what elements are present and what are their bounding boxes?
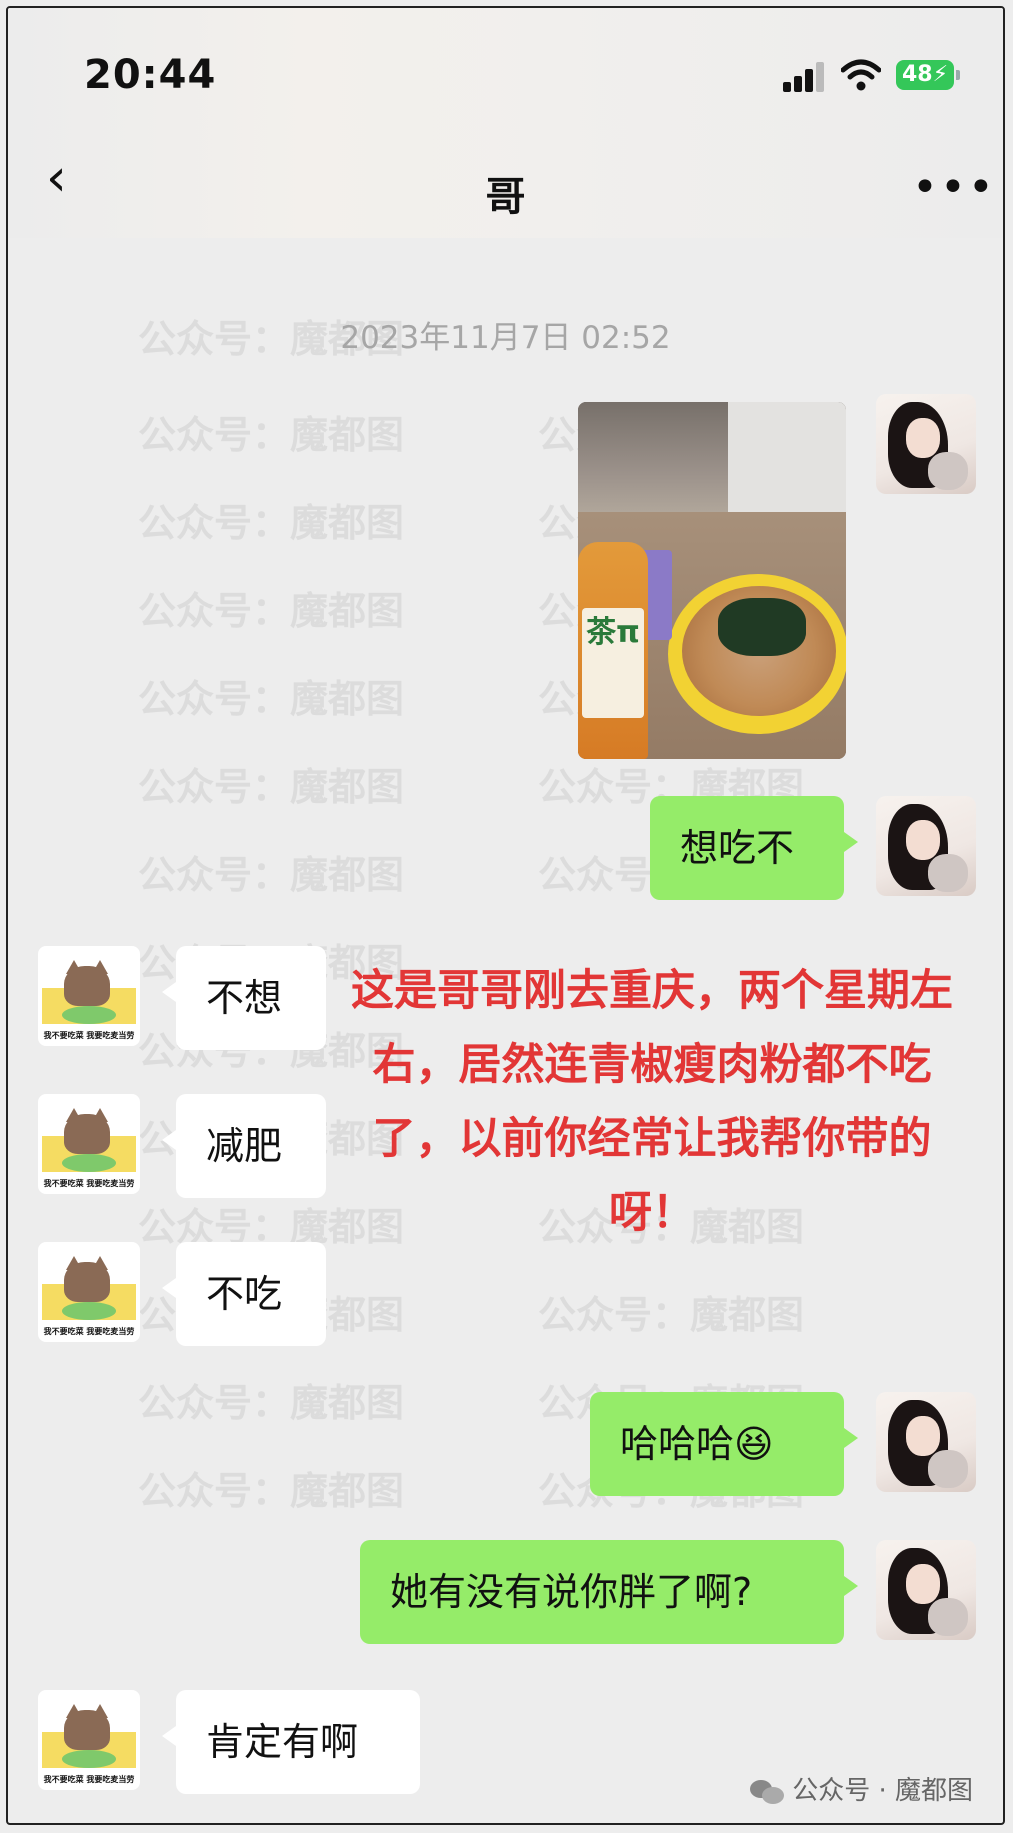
avatar-caption: 我不要吃菜 我要吃麦当劳	[43, 1179, 135, 1188]
navigation-bar: 20:44 48⚡ ‹ 哥 •••	[8, 8, 1003, 238]
battery-level: 48	[901, 62, 933, 87]
their-message-bubble[interactable]: 肯定有啊	[162, 1690, 420, 1794]
my-avatar[interactable]	[876, 1540, 976, 1640]
battery-indicator: 48⚡	[896, 60, 960, 90]
my-avatar[interactable]	[876, 394, 976, 494]
watermark: 公众号：魔都图	[138, 765, 405, 809]
status-time: 20:44	[84, 52, 217, 98]
footer-text: 公众号 · 魔都图	[792, 1776, 973, 1806]
contact-avatar[interactable]: 我不要吃菜 我要吃麦当劳	[38, 946, 140, 1046]
photo-fridge	[728, 402, 846, 512]
my-avatar[interactable]	[876, 796, 976, 896]
watermark: 公众号：魔都图	[138, 589, 405, 633]
my-avatar[interactable]	[876, 1392, 976, 1492]
watermark: 公众号：魔都图	[138, 413, 405, 457]
avatar-caption: 我不要吃菜 我要吃麦当劳	[43, 1775, 135, 1784]
watermark: 公众号：魔都图	[138, 853, 405, 897]
contact-avatar[interactable]: 我不要吃菜 我要吃麦当劳	[38, 1690, 140, 1790]
my-message-bubble[interactable]: 哈哈哈😆	[590, 1392, 858, 1496]
avatar-caption: 我不要吃菜 我要吃麦当劳	[43, 1031, 135, 1040]
photo-bottle-label: 茶π	[582, 608, 644, 718]
my-message-bubble[interactable]: 想吃不	[650, 796, 858, 900]
avatar-caption: 我不要吃菜 我要吃麦当劳	[43, 1327, 135, 1336]
their-message-bubble[interactable]: 不吃	[162, 1242, 326, 1346]
footer-source: 公众号 · 魔都图	[750, 1770, 973, 1807]
watermark: 公众号：魔都图	[538, 1293, 805, 1337]
contact-avatar[interactable]: 我不要吃菜 我要吃麦当劳	[38, 1094, 140, 1194]
wechat-icon	[750, 1779, 785, 1804]
message-timestamp: 2023年11月7日 02:52	[340, 320, 671, 356]
contact-avatar[interactable]: 我不要吃菜 我要吃麦当劳	[38, 1242, 140, 1342]
cellular-signal-icon	[783, 62, 825, 92]
my-message-bubble[interactable]: 她有没有说你胖了啊?	[360, 1540, 858, 1644]
watermark: 公众号：魔都图	[138, 677, 405, 721]
chat-title: 哥	[485, 174, 526, 220]
watermark: 公众号：魔都图	[138, 501, 405, 545]
wifi-icon	[841, 59, 881, 91]
food-photo-message[interactable]: 茶π	[578, 402, 846, 759]
watermark: 公众号：魔都图	[138, 1469, 405, 1513]
red-annotation: 这是哥哥刚去重庆，两个星期左右，居然连青椒瘦肉粉都不吃了，以前你经常让我帮你带的…	[351, 966, 953, 1238]
photo-greens	[718, 598, 806, 656]
their-message-bubble[interactable]: 不想	[162, 946, 326, 1050]
watermark: 公众号：魔都图	[138, 1381, 405, 1425]
their-message-bubble[interactable]: 减肥	[162, 1094, 326, 1198]
more-dots-icon[interactable]: •••	[912, 166, 996, 210]
phone-screen: 20:44 48⚡ ‹ 哥 ••• 公众号：魔都图 公众号：魔都图 公众号：魔都…	[6, 6, 1005, 1825]
